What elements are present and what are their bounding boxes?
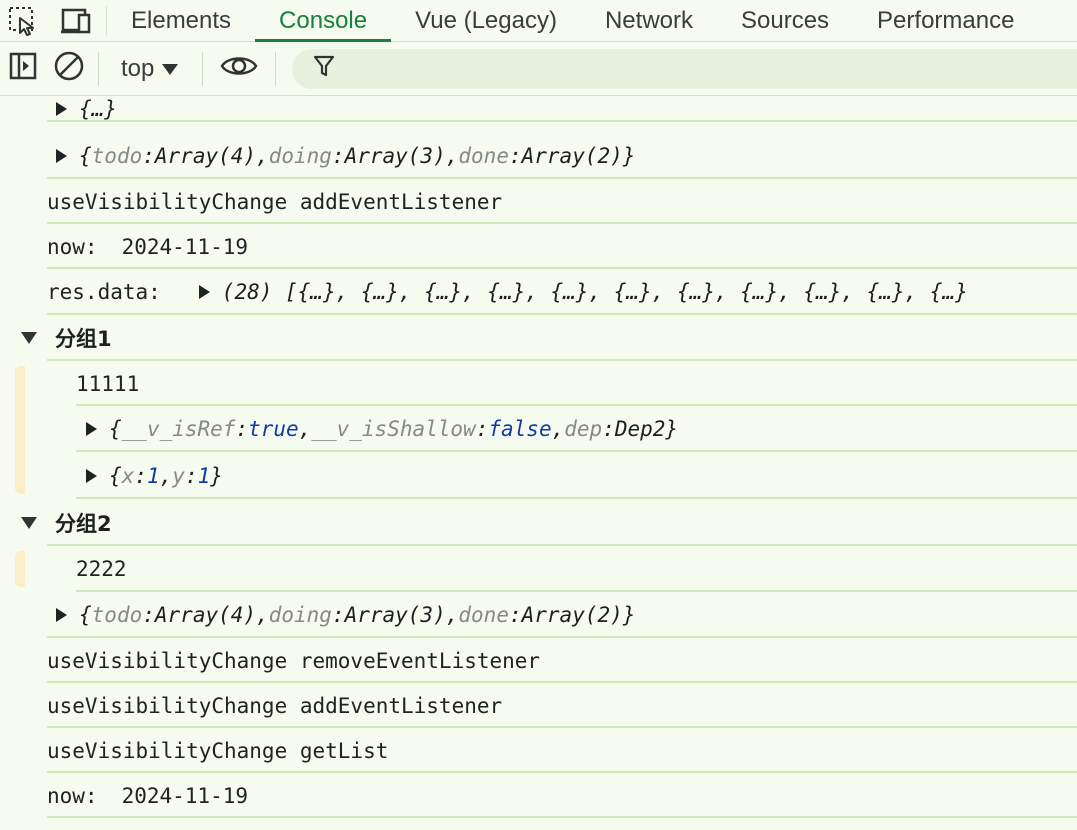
tab-network[interactable]: Network xyxy=(581,0,717,41)
tab-elements[interactable]: Elements xyxy=(107,0,255,41)
log-text: useVisibilityChange addEventListener xyxy=(47,693,503,718)
log-label: now: xyxy=(47,783,98,808)
console-message: {x: 1, y: 1} xyxy=(0,452,1077,499)
console-message: res.data: (28) [{…}, {…}, {…}, {…}, {…},… xyxy=(0,269,1077,315)
tab-performance[interactable]: Performance xyxy=(853,0,1038,41)
toolbar-divider xyxy=(98,51,99,86)
console-message: useVisibilityChange removeEventListener xyxy=(0,638,1077,683)
expandable-object[interactable]: {todo: Array(4), doing: Array(3), done: … xyxy=(56,133,635,179)
object-preview: {…} xyxy=(79,97,117,121)
console-message: useVisibilityChange addEventListener xyxy=(0,179,1077,224)
expandable-object[interactable]: {__v_isRef: true, __v_isShallow: false, … xyxy=(86,406,678,452)
javascript-context-select[interactable]: top xyxy=(105,42,196,96)
expandable-array[interactable]: (28) [{…}, {…}, {…}, {…}, {…}, {…}, {…},… xyxy=(198,280,968,304)
clear-icon xyxy=(53,50,85,87)
console-message: {todo: Array(4), doing: Array(3), done: … xyxy=(0,592,1077,638)
tab-vue-legacy[interactable]: Vue (Legacy) xyxy=(391,0,581,41)
toolbar-divider xyxy=(202,51,204,86)
clear-console-button[interactable] xyxy=(46,42,92,96)
console-message: useVisibilityChange getList xyxy=(0,728,1077,773)
expand-triangle-icon[interactable] xyxy=(198,285,210,299)
group-title: 分组1 xyxy=(55,327,112,351)
expandable-object[interactable]: {…} xyxy=(56,96,117,122)
inspect-element-icon[interactable] xyxy=(0,0,46,41)
eye-icon xyxy=(220,53,258,84)
expand-triangle-icon[interactable] xyxy=(56,149,67,163)
console-message: 11111 xyxy=(0,361,1077,406)
tab-sources[interactable]: Sources xyxy=(717,0,853,41)
caret-down-icon xyxy=(162,64,179,75)
expandable-object[interactable]: {todo: Array(4), doing: Array(3), done: … xyxy=(56,592,635,638)
expand-triangle-icon[interactable] xyxy=(56,608,67,622)
collapse-triangle-icon[interactable] xyxy=(21,516,37,529)
sidebar-toggle-icon xyxy=(9,52,37,85)
console-group-header[interactable]: 分组1 xyxy=(0,315,1077,361)
group-title: 分组2 xyxy=(55,511,112,536)
console-message: {todo: Array(4), doing: Array(3), done: … xyxy=(0,133,1077,179)
toolbar-divider xyxy=(275,51,277,86)
devtools-window: Elements Console Vue (Legacy) Network So… xyxy=(0,0,1077,830)
live-expression-button[interactable] xyxy=(209,42,269,96)
expand-triangle-icon[interactable] xyxy=(56,102,67,116)
console-toolbar: top xyxy=(0,42,1077,96)
log-label: now: xyxy=(47,234,98,259)
console-message: now: 2024-11-19 xyxy=(0,224,1077,269)
device-toolbar-icon[interactable] xyxy=(46,5,107,36)
expand-triangle-icon[interactable] xyxy=(86,468,97,483)
log-text: 2222 xyxy=(76,557,127,581)
log-text: 11111 xyxy=(76,371,140,396)
log-text: useVisibilityChange getList xyxy=(47,738,389,763)
expandable-object[interactable]: {x: 1, y: 1} xyxy=(86,452,223,499)
log-value: 2024-11-19 xyxy=(121,234,249,259)
filter-icon xyxy=(312,54,336,83)
log-label: res.data: xyxy=(47,280,161,304)
console-message: {…} xyxy=(0,96,1077,122)
console-message: useVisibilityChange addEventListener xyxy=(0,683,1077,728)
collapse-triangle-icon[interactable] xyxy=(21,332,37,344)
array-preview: (28) [{…}, {…}, {…}, {…}, {…}, {…}, {…},… xyxy=(221,280,968,304)
log-text: useVisibilityChange addEventListener xyxy=(47,189,503,214)
show-sidebar-button[interactable] xyxy=(0,42,46,96)
tab-console[interactable]: Console xyxy=(255,0,392,42)
filter-input[interactable] xyxy=(292,48,1077,89)
console-group-header[interactable]: 分组2 xyxy=(0,499,1077,546)
panel-tab-bar: Elements Console Vue (Legacy) Network So… xyxy=(0,0,1077,42)
console-message: {__v_isRef: true, __v_isShallow: false, … xyxy=(0,406,1077,452)
log-value: 2024-11-19 xyxy=(121,783,249,808)
expand-triangle-icon[interactable] xyxy=(86,422,97,436)
console-message: now: 2024-11-19 xyxy=(0,773,1077,818)
context-label: top xyxy=(121,54,155,82)
log-text: useVisibilityChange removeEventListener xyxy=(47,648,541,673)
console-message: 2222 xyxy=(0,546,1077,592)
